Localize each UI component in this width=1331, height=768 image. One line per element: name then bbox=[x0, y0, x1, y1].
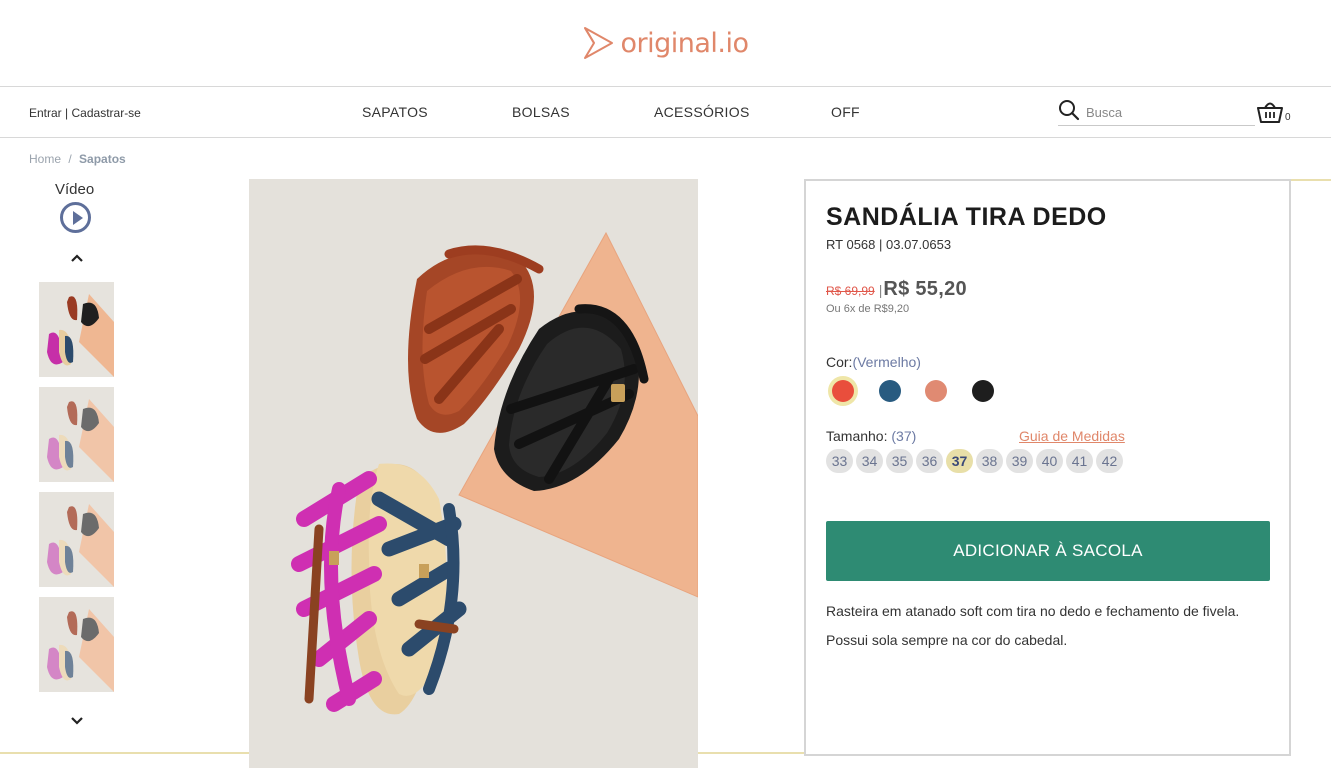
size-option[interactable]: 41 bbox=[1066, 449, 1093, 473]
cart-count: 0 bbox=[1285, 112, 1291, 123]
signup-link[interactable]: Cadastrar-se bbox=[72, 106, 141, 120]
size-label: Tamanho: (37) bbox=[826, 428, 916, 444]
breadcrumb-home[interactable]: Home bbox=[29, 152, 61, 166]
play-circle-icon[interactable] bbox=[60, 202, 91, 233]
chevron-down-icon[interactable] bbox=[70, 713, 83, 725]
product-description-line: Possui sola sempre na cor do cabedal. bbox=[826, 632, 1068, 648]
menu-item-bolsas[interactable]: BOLSAS bbox=[512, 104, 570, 120]
accent-line bbox=[0, 752, 249, 754]
size-option[interactable]: 36 bbox=[916, 449, 943, 473]
menu-item-off[interactable]: OFF bbox=[831, 104, 860, 120]
size-option[interactable]: 42 bbox=[1096, 449, 1123, 473]
color-swatch-preto[interactable] bbox=[972, 380, 994, 402]
cart-button[interactable]: 0 bbox=[1256, 98, 1296, 128]
installments-text: Ou 6x de R$9,20 bbox=[826, 303, 910, 315]
color-selected-value: (Vermelho) bbox=[852, 354, 921, 370]
size-option[interactable]: 33 bbox=[826, 449, 853, 473]
product-info-panel: SANDÁLIA TIRA DEDO RT 0568 | 03.07.0653 … bbox=[804, 179, 1291, 756]
color-label: Cor:(Vermelho) bbox=[826, 354, 921, 370]
size-label-text: Tamanho: bbox=[826, 428, 888, 444]
product-main-image[interactable] bbox=[249, 179, 698, 768]
add-to-cart-button[interactable]: ADICIONAR À SACOLA bbox=[826, 521, 1270, 581]
product-thumbnail[interactable] bbox=[39, 282, 114, 377]
accent-line bbox=[698, 752, 804, 754]
logo-play-icon bbox=[582, 25, 616, 61]
product-title: SANDÁLIA TIRA DEDO bbox=[826, 203, 1107, 231]
product-reference: RT 0568 | 03.07.0653 bbox=[826, 237, 952, 252]
shopping-basket-icon bbox=[1256, 102, 1284, 128]
color-swatch-nude[interactable] bbox=[925, 380, 947, 402]
size-option-selected[interactable]: 37 bbox=[946, 449, 973, 473]
size-selected-value: (37) bbox=[891, 428, 917, 444]
size-guide-link[interactable]: Guia de Medidas bbox=[1019, 428, 1125, 444]
product-thumbnail[interactable] bbox=[39, 387, 114, 482]
search-input[interactable] bbox=[1086, 104, 1246, 120]
menu-item-acessorios[interactable]: ACESSÓRIOS bbox=[654, 104, 750, 120]
brand-logo[interactable]: original.io bbox=[582, 25, 749, 61]
video-label: Vídeo bbox=[55, 181, 95, 198]
search-icon[interactable] bbox=[1058, 99, 1080, 126]
size-selector: 33 34 35 36 37 38 39 40 41 42 bbox=[826, 449, 1123, 473]
breadcrumb-current[interactable]: Sapatos bbox=[79, 152, 126, 166]
breadcrumb-separator: / bbox=[68, 152, 72, 166]
size-option[interactable]: 35 bbox=[886, 449, 913, 473]
price-row: R$ 69,99 | R$ 55,20 bbox=[826, 278, 967, 301]
size-option[interactable]: 40 bbox=[1036, 449, 1063, 473]
product-thumbnail[interactable] bbox=[39, 492, 114, 587]
menu-item-sapatos[interactable]: SAPATOS bbox=[362, 104, 428, 120]
old-price: R$ 69,99 bbox=[826, 284, 875, 298]
account-links: Entrar | Cadastrar-se bbox=[29, 106, 141, 120]
account-separator: | bbox=[65, 106, 69, 120]
color-swatch-vermelho[interactable] bbox=[832, 380, 854, 402]
color-swatch-azul[interactable] bbox=[879, 380, 901, 402]
size-option[interactable]: 39 bbox=[1006, 449, 1033, 473]
price-separator: | bbox=[878, 282, 883, 298]
size-option[interactable]: 38 bbox=[976, 449, 1003, 473]
product-description-line: Rasteira em atanado soft com tira no ded… bbox=[826, 603, 1240, 619]
breadcrumb: Home / Sapatos bbox=[29, 152, 126, 166]
login-link[interactable]: Entrar bbox=[29, 106, 62, 120]
product-thumbnail[interactable] bbox=[39, 597, 114, 692]
size-option[interactable]: 34 bbox=[856, 449, 883, 473]
main-navigation: Entrar | Cadastrar-se SAPATOS BOLSAS ACE… bbox=[0, 86, 1331, 138]
current-price: R$ 55,20 bbox=[883, 278, 967, 300]
color-label-text: Cor: bbox=[826, 354, 853, 370]
accent-line bbox=[1291, 179, 1331, 181]
chevron-up-icon[interactable] bbox=[70, 250, 83, 262]
brand-name: original.io bbox=[620, 27, 749, 59]
search-box bbox=[1058, 99, 1255, 126]
header-logo-bar: original.io bbox=[0, 0, 1331, 86]
